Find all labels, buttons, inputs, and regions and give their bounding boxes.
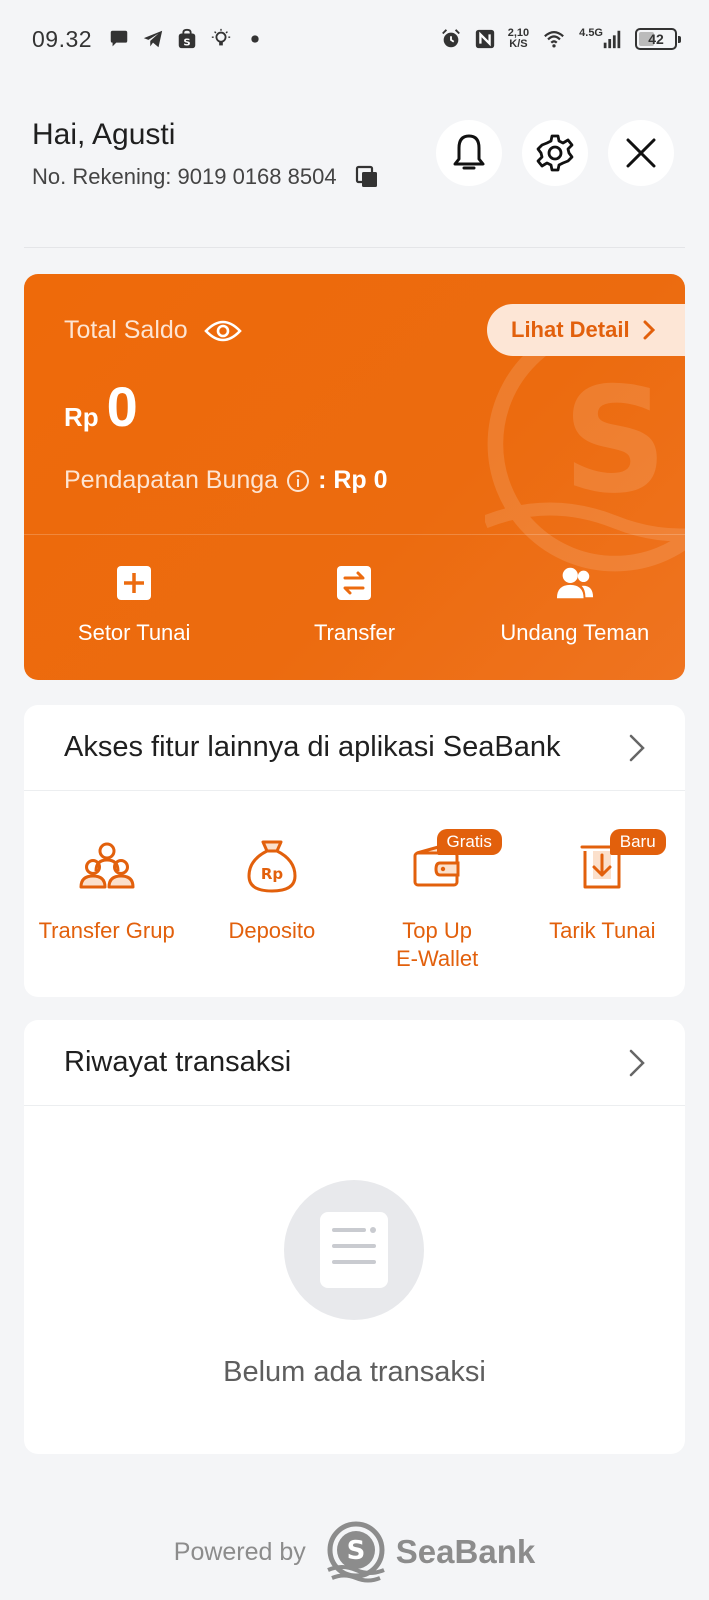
feature-label: Transfer Grup [38, 918, 175, 943]
money-bag-icon: Rp [247, 840, 297, 893]
close-button[interactable] [608, 120, 674, 186]
seabank-logo-icon: S [327, 1521, 385, 1583]
features-header[interactable]: Akses fitur lainnya di aplikasi SeaBank [24, 705, 685, 791]
feature-label: Deposito [228, 918, 316, 943]
seabank-logo: S SeaBank [324, 1520, 535, 1584]
copy-icon[interactable] [355, 165, 379, 189]
alarm-icon [441, 29, 460, 48]
account-number: No. Rekening: 9019 0168 8504 [32, 164, 337, 189]
feature-label: Top Up E-Wallet [395, 918, 479, 971]
header: Hai, Agusti No. Rekening: 9019 0168 8504 [32, 118, 677, 198]
feature-transfer-grup[interactable]: Transfer Grup [24, 835, 189, 973]
interest-row: Pendapatan Bunga : Rp 0 [64, 466, 388, 494]
history-header[interactable]: Riwayat transaksi [24, 1020, 685, 1106]
group-transfer-icon [79, 842, 135, 889]
status-time: 09.32 [32, 25, 93, 52]
svg-text:Rp: Rp [261, 865, 284, 883]
shopping-bag-icon: S [178, 28, 196, 48]
bell-icon [453, 134, 485, 170]
settings-button[interactable] [522, 120, 588, 186]
footer: Powered by S SeaBank [0, 1520, 709, 1584]
nfc-icon [475, 29, 494, 49]
card-divider [24, 534, 685, 535]
header-divider [24, 247, 685, 248]
total-saldo-label-row: Total Saldo [64, 316, 242, 345]
people-icon [556, 567, 593, 599]
feature-deposito[interactable]: Rp Deposito [189, 835, 354, 973]
features-title: Akses fitur lainnya di aplikasi SeaBank [64, 731, 561, 763]
notification-button[interactable] [436, 120, 502, 186]
chevron-right-icon [629, 734, 645, 761]
history-title: Riwayat transaksi [64, 1046, 292, 1078]
dot-icon [251, 35, 259, 43]
chevron-right-icon [629, 1049, 645, 1076]
balance-amount: Rp 0 [64, 375, 138, 438]
transaction-history-panel: Riwayat transaksi Belum ada transaksi [24, 1020, 685, 1454]
svg-text:S: S [563, 357, 668, 526]
gear-icon [536, 134, 574, 172]
signal-icon [603, 30, 621, 49]
status-bar: 09.32 S 2,10 K/S 4.5G 42 [0, 0, 709, 78]
feature-label: Tarik Tunai [549, 918, 656, 943]
wifi-icon [544, 31, 565, 48]
svg-text:S: S [183, 37, 190, 48]
undang-teman-button[interactable]: Undang Teman [465, 564, 685, 646]
empty-state-text: Belum ada transaksi [223, 1356, 486, 1388]
battery-icon: 42 [635, 28, 681, 50]
empty-state-illustration [284, 1180, 424, 1320]
eye-icon[interactable] [203, 319, 242, 343]
gratis-badge: Gratis [436, 829, 502, 855]
baru-badge: Baru [609, 829, 666, 855]
info-icon[interactable] [286, 469, 310, 493]
transfer-icon [337, 566, 372, 600]
svg-text:S: S [346, 1536, 365, 1566]
document-icon [320, 1212, 388, 1288]
feature-tarik-tunai[interactable]: Baru Tarik Tunai [520, 829, 685, 973]
chevron-right-icon [643, 320, 655, 340]
feature-top-up-e-wallet[interactable]: Gratis Top Up E-Wallet [355, 829, 520, 973]
close-icon [626, 138, 656, 168]
balance-card: S Total Saldo Lihat Detail Rp 0 Pendapat… [24, 274, 685, 680]
chat-icon [110, 30, 128, 47]
telegram-icon [143, 30, 163, 48]
lihat-detail-button[interactable]: Lihat Detail [487, 304, 685, 356]
setor-tunai-button[interactable]: Setor Tunai [24, 564, 244, 646]
transfer-button[interactable]: Transfer [244, 564, 464, 646]
features-panel: Akses fitur lainnya di aplikasi SeaBank … [24, 705, 685, 997]
network-type: 4.5G [579, 27, 603, 39]
lightbulb-icon [211, 28, 231, 46]
plus-square-icon [117, 566, 152, 600]
powered-by-label: Powered by [173, 1537, 306, 1566]
network-speed: 2,10 K/S [507, 27, 530, 50]
card-actions: Setor Tunai Transfer Undang Teman [24, 564, 685, 646]
